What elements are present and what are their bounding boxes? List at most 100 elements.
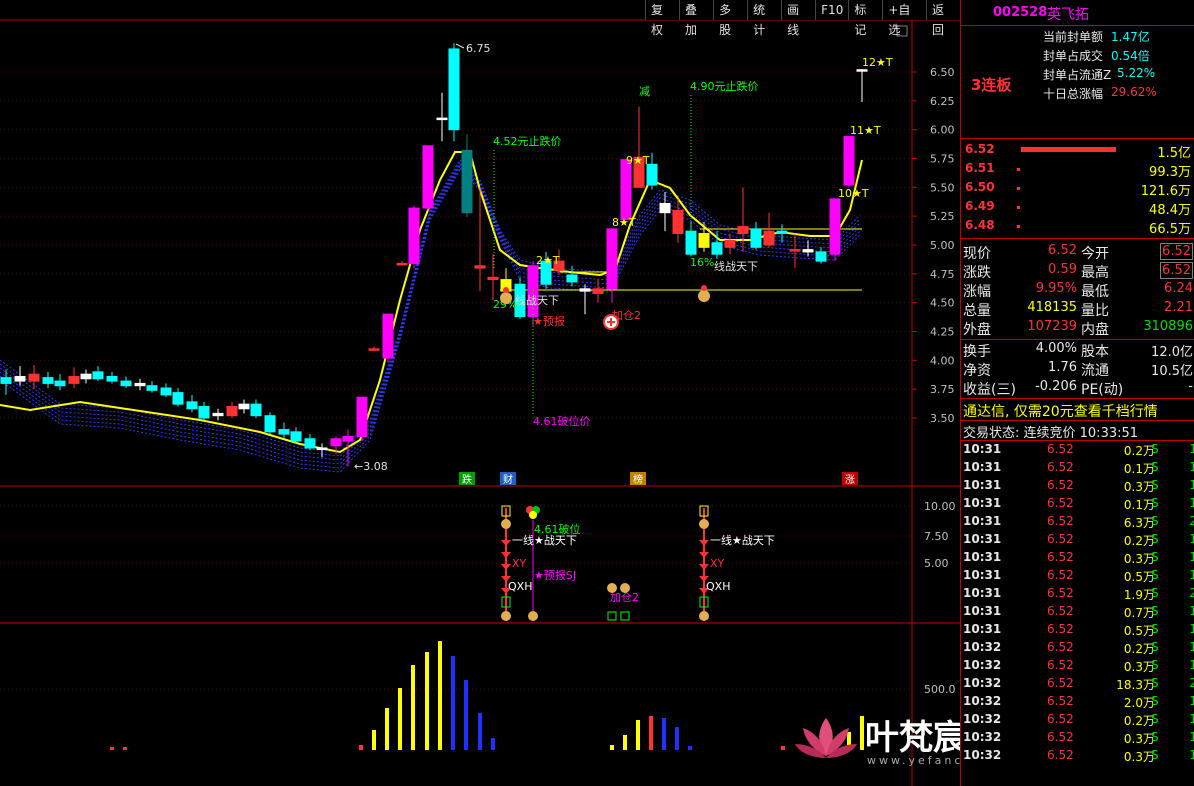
tick-count: 2 [1189, 514, 1194, 528]
candle-body [264, 415, 276, 433]
quote-value: 6.52 [1048, 243, 1077, 258]
order-price: 6.48 [965, 218, 995, 232]
tick-price: 6.52 [1047, 694, 1074, 708]
high-marker: 6.75 [466, 42, 491, 55]
tick-side: S [1151, 622, 1159, 636]
order-dot [1017, 225, 1020, 228]
chart-area[interactable]: 6.50 6.25 6.00 5.75 5.50 5.25 5.00 4.75 4.50 4.25… [0, 0, 1137, 786]
promo-link[interactable]: 通达信, 仅需20元查看千档行情 [963, 401, 1158, 421]
toolbar-button-2[interactable]: 多股 [713, 0, 748, 37]
toolbar-button-0[interactable]: 复权 [645, 0, 680, 37]
indicator-label: XY [512, 557, 527, 570]
stock-title[interactable]: 002528 英飞拓 [961, 0, 1194, 26]
toolbar-button-5[interactable]: F10 [815, 0, 849, 20]
toolbar-button-3[interactable]: 统计 [747, 0, 782, 37]
toolbar-button-8[interactable]: 返回 [926, 0, 961, 37]
candle-body [474, 265, 486, 269]
quote-value: 310896 [1143, 319, 1193, 334]
tick-row: 10:32 6.52 0.2万 S 1 [961, 712, 1194, 730]
signal-arrow [699, 540, 709, 546]
seal-value: 5.22% [1117, 66, 1156, 80]
candle-body [802, 249, 814, 253]
signal-arrow [501, 564, 511, 570]
indicator-label: QXH [706, 580, 730, 593]
tick-count: 1 [1189, 550, 1194, 564]
tick-time: 10:31 [963, 622, 1002, 636]
volume-bar [610, 745, 614, 750]
volume-bar [688, 746, 692, 750]
tick-row: 10:31 6.52 0.5万 S 1 [961, 622, 1194, 640]
indicator-label: ★预报SJ [534, 568, 576, 582]
volume-bar [385, 708, 389, 750]
tick-side: S [1151, 676, 1159, 690]
quote-value: 107239 [1027, 319, 1077, 334]
candle-body [54, 380, 66, 387]
toolbar: 复权 叠加 多股 统计 画线 F10 标记 +自选 返回 [645, 0, 961, 37]
tick-price: 6.52 [1047, 460, 1074, 474]
tick-price: 6.52 [1047, 568, 1074, 582]
tick-count: 1 [1189, 712, 1194, 726]
tick-price: 6.52 [1047, 676, 1074, 690]
order-price: 6.51 [965, 161, 995, 175]
tick-count: 1 [1189, 604, 1194, 618]
quote-label: 涨幅 [963, 284, 991, 300]
candle-body [620, 159, 632, 221]
signal-box [620, 611, 630, 621]
candle-body [356, 396, 368, 437]
quote-label: 现价 [963, 246, 991, 262]
toolbar-button-4[interactable]: 画线 [781, 0, 816, 37]
price-axis-label: 5.25 [930, 210, 955, 223]
tick-time: 10:31 [963, 532, 1002, 546]
seal-bar [1021, 147, 1116, 152]
order-volume: 121.6万 [1140, 184, 1191, 199]
candle-body [28, 373, 40, 382]
tick-time: 10:32 [963, 748, 1002, 762]
tick-time: 10:31 [963, 550, 1002, 564]
money-bag-icon [528, 611, 538, 621]
tick-row: 10:31 6.52 0.1万 S 1 [961, 496, 1194, 514]
order-dot [1017, 187, 1020, 190]
tick-side: S [1151, 496, 1159, 510]
indicator-axis-label: 7.50 [924, 530, 949, 543]
tick-count: 1 [1189, 478, 1194, 492]
candle-body [592, 288, 604, 294]
tick-side: S [1151, 658, 1159, 672]
seal-label: 十日总涨幅 [1043, 87, 1104, 101]
candle-body [815, 251, 827, 262]
tick-side: S [1151, 478, 1159, 492]
tick-row: 10:31 6.52 6.3万 S 2 [961, 514, 1194, 532]
order-volume: 66.5万 [1149, 222, 1191, 237]
tick-time: 10:31 [963, 478, 1002, 492]
event-label: 榜 [633, 473, 643, 486]
candle-body [226, 405, 238, 417]
volume-bar [675, 727, 679, 750]
volume-bar [438, 641, 442, 750]
trade-status: 交易状态: 连续竞价 10:33:51 [963, 426, 1139, 441]
toolbar-button-1[interactable]: 叠加 [679, 0, 714, 37]
candle-body [487, 276, 499, 281]
toolbar-button-6[interactable]: 标记 [848, 0, 883, 37]
quote-value: - [1188, 379, 1193, 394]
candle-body [448, 48, 460, 131]
candle-body [698, 232, 710, 248]
order-dot [1017, 168, 1020, 171]
order-price: 6.52 [965, 142, 995, 156]
tick-side: S [1151, 640, 1159, 654]
signal-dot [529, 511, 537, 519]
seal-label: 封单占成交 [1043, 49, 1104, 63]
quote-value: 2.21 [1164, 300, 1193, 315]
tick-row: 10:32 6.52 0.2万 S 1 [961, 640, 1194, 658]
order-volume: 99.3万 [1149, 165, 1191, 180]
signal-arrow [501, 540, 511, 546]
toolbar-button-7[interactable]: +自选 [882, 0, 927, 37]
candle-body [711, 242, 723, 255]
quote-label: 最低 [1081, 284, 1109, 300]
tick-time: 10:32 [963, 694, 1002, 708]
price-axis-label: 4.75 [930, 268, 955, 281]
candle-body [724, 239, 736, 248]
candle-body [436, 117, 448, 121]
kline-chart[interactable]: 6.50 6.25 6.00 5.75 5.50 5.25 5.00 4.75 4.50 4.25… [0, 0, 960, 786]
star-label: 11★T [850, 124, 881, 137]
candle-body [0, 377, 12, 384]
volume-bar [359, 745, 363, 750]
